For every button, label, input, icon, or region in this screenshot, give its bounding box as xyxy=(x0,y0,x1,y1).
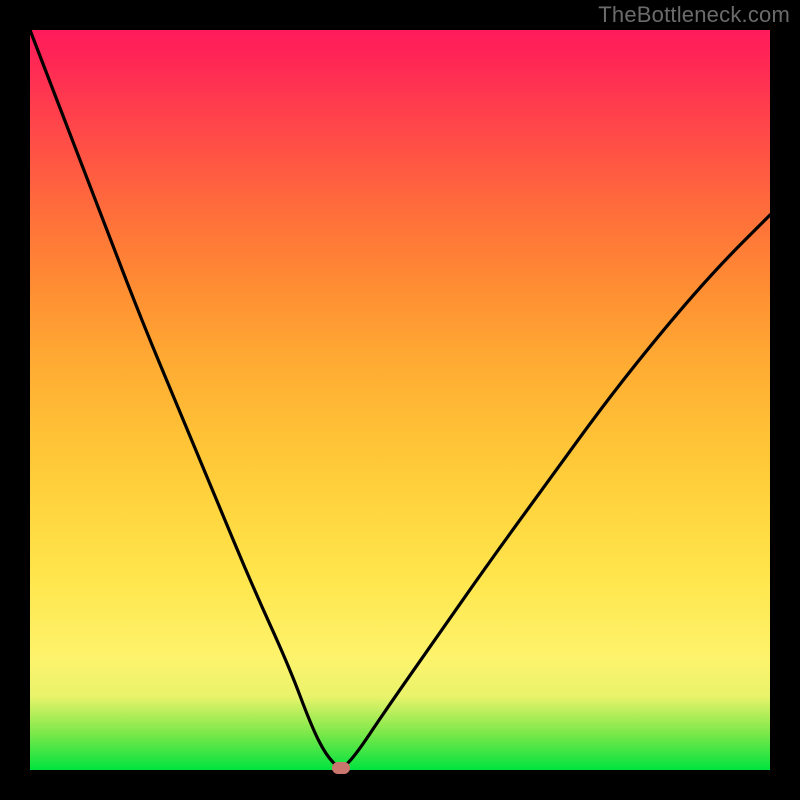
chart-frame: TheBottleneck.com xyxy=(0,0,800,800)
bottleneck-curve xyxy=(30,30,770,770)
bottleneck-point-marker xyxy=(332,762,350,774)
watermark-text: TheBottleneck.com xyxy=(598,2,790,28)
plot-area xyxy=(30,30,770,770)
